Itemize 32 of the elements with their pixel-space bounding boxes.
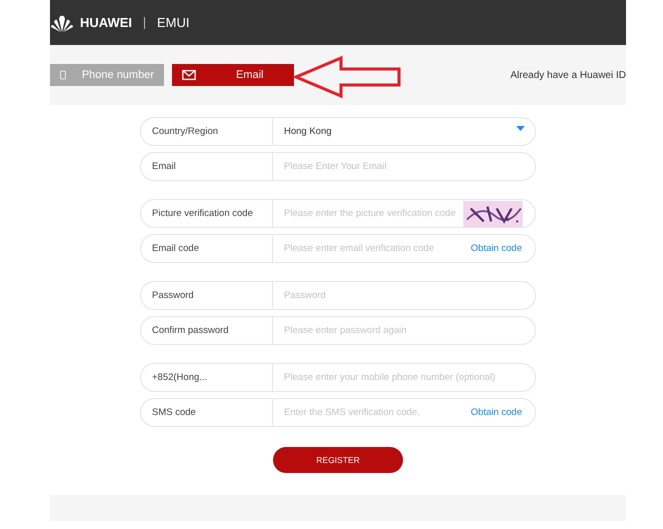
placeholder-text: Please enter email verification code bbox=[283, 243, 435, 254]
placeholder-text: Enter the SMS verification code. bbox=[283, 407, 421, 418]
caret-icon bbox=[516, 126, 525, 131]
form-field[interactable]: Email code Please enter email verification code Obtain code bbox=[140, 234, 536, 263]
placeholder-text: Please enter your mobile phone number (optional) bbox=[283, 372, 496, 383]
form-field[interactable]: SMS code Enter the SMS verification code. Obtain code bbox=[140, 398, 536, 427]
field-label: Password bbox=[151, 290, 195, 301]
form-field[interactable]: Email Please Enter Your Email bbox=[140, 152, 536, 181]
register-button[interactable]: REGISTER bbox=[273, 447, 403, 473]
placeholder-text: Please enter the picture verification code bbox=[283, 208, 457, 219]
field-label: Country/Region bbox=[151, 126, 220, 137]
login-link[interactable]: Already have a Huawei ID bbox=[510, 70, 626, 80]
field-label: +852(Hong... bbox=[151, 372, 208, 383]
placeholder-text: Please Enter Your Email bbox=[283, 161, 388, 172]
form-field[interactable]: +852(Hong... Please enter your mobile phone number (optional) bbox=[140, 363, 536, 392]
phone-icon bbox=[60, 68, 66, 82]
mail-icon bbox=[182, 68, 196, 82]
placeholder-text: Please enter password again bbox=[283, 325, 408, 336]
tab[interactable]: Email bbox=[172, 64, 294, 86]
field-label: SMS code bbox=[151, 407, 197, 418]
field-label: Email code bbox=[151, 243, 200, 254]
form-field[interactable]: Country/Region Hong Kong bbox=[140, 117, 536, 146]
form-field[interactable]: Password Password bbox=[140, 281, 536, 310]
product-name: EMUI bbox=[157, 15, 190, 30]
field-label: Confirm password bbox=[151, 325, 230, 336]
brand-name: HUAWEI bbox=[80, 15, 132, 30]
form-field[interactable]: Confirm password Please enter password again bbox=[140, 316, 536, 345]
field-label: Picture verification code bbox=[151, 208, 254, 219]
field-label: Email bbox=[151, 161, 177, 172]
placeholder-text: Password bbox=[283, 290, 327, 301]
field-value: Hong Kong bbox=[283, 126, 333, 137]
form-field[interactable]: Picture verification code Please enter the picture verification code bbox=[140, 199, 536, 228]
